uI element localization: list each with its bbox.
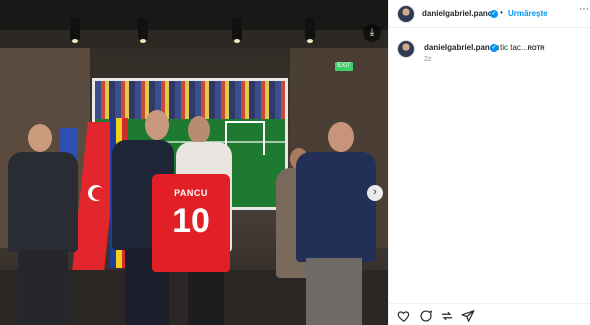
header-username[interactable]: danielgabriel.pancu — [422, 9, 497, 18]
verified-badge-icon: ✓ — [490, 44, 498, 52]
post-photo[interactable]: EXIT PANCU 10 ⤓ › — [0, 0, 388, 325]
more-options-icon[interactable]: ⋯ — [579, 4, 589, 15]
spotlight — [305, 18, 315, 43]
download-icon: ⤓ — [369, 27, 375, 38]
download-button[interactable]: ⤓ — [363, 24, 381, 42]
next-media-button[interactable]: › — [367, 185, 383, 201]
share-icon[interactable] — [461, 309, 475, 323]
head — [328, 122, 354, 152]
caption-tag: ROTR — [527, 46, 545, 52]
legs — [18, 250, 68, 325]
spotlight — [70, 18, 80, 43]
caption-main: tic tac... — [500, 43, 528, 52]
post-time: 2z — [424, 56, 432, 63]
legs — [306, 258, 362, 325]
verified-badge-icon: ✓ — [490, 10, 498, 18]
action-bar — [389, 303, 590, 325]
crescent-star-icon — [88, 185, 105, 201]
spotlight — [138, 18, 148, 43]
caption-avatar[interactable] — [397, 40, 415, 58]
exit-sign: EXIT — [335, 62, 353, 71]
repost-icon[interactable] — [440, 309, 454, 323]
jersey: PANCU 10 — [152, 174, 230, 272]
ceiling-beam — [0, 30, 388, 48]
chevron-right-icon: › — [373, 186, 377, 198]
follow-button[interactable]: Urmărește — [508, 9, 548, 18]
post-side-panel: danielgabriel.pancu ✓ • Urmărește ⋯ dani… — [388, 0, 590, 325]
suit — [8, 152, 78, 252]
suit — [296, 152, 376, 262]
separator-dot: • — [500, 8, 503, 17]
comment-icon[interactable] — [419, 309, 433, 323]
spotlight — [232, 18, 242, 43]
heart-icon[interactable] — [397, 309, 411, 323]
head — [28, 124, 52, 152]
caption-username[interactable]: danielgabriel.pancu — [424, 43, 499, 52]
avatar[interactable] — [397, 5, 415, 23]
head — [145, 110, 169, 140]
caption-text: tic tac...ROTR — [500, 43, 545, 52]
post-header: danielgabriel.pancu ✓ • Urmărește ⋯ — [389, 0, 590, 28]
jersey-number: 10 — [172, 202, 210, 240]
head — [188, 116, 210, 144]
instagram-post-view: EXIT PANCU 10 ⤓ › danielgabriel.pancu ✓ … — [0, 0, 590, 325]
jersey-name: PANCU — [174, 188, 208, 198]
stadium-stands — [95, 81, 285, 119]
